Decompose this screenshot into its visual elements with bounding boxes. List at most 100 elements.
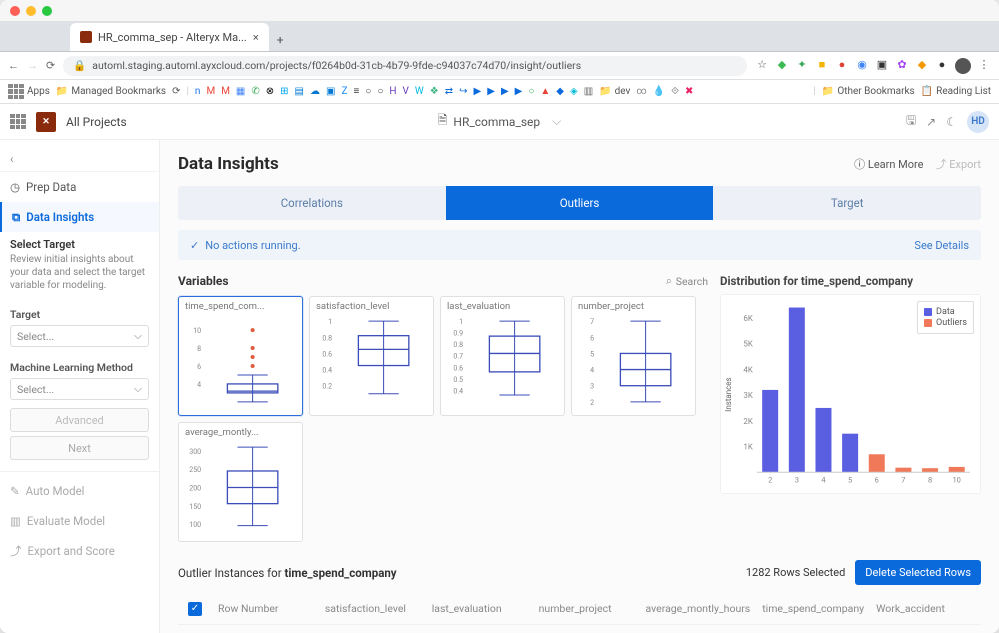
save-icon[interactable]: 🖫 (906, 111, 916, 132)
col-header[interactable]: time_spend_company (756, 602, 870, 615)
bm-icon[interactable]: ▶ (474, 86, 482, 97)
bm-icon[interactable]: ⊞ (280, 86, 288, 97)
nav-back-icon[interactable]: ← (8, 59, 19, 72)
bm-icon[interactable]: ▶ (487, 86, 495, 97)
bm-icon[interactable]: 💧 (653, 86, 665, 97)
next-button[interactable]: Next (10, 436, 149, 460)
theme-icon[interactable]: ☾ (946, 115, 957, 129)
bookmark-folder[interactable]: 📁 Managed Bookmarks (56, 86, 166, 97)
target-select[interactable]: Select... ⌵ (10, 325, 149, 347)
ext-icon[interactable]: ◆ (915, 58, 929, 72)
bookmark-icon[interactable]: ⟳ (172, 86, 180, 97)
apps-shortcut[interactable]: Apps (8, 84, 50, 100)
variable-card[interactable]: satisfaction_level 0.20.40.60.81 (309, 296, 434, 416)
learn-more-link[interactable]: ⓘ Learn More (854, 156, 923, 172)
bm-icon[interactable]: ◈ (570, 86, 578, 97)
col-header[interactable]: Work_accident (870, 602, 977, 615)
reading-list[interactable]: 📋 Reading List (921, 86, 991, 97)
tab-target[interactable]: Target (713, 186, 981, 220)
select-all-checkbox[interactable]: ✓ (188, 602, 202, 616)
ext-icon[interactable]: ● (835, 58, 849, 72)
sidebar-back[interactable]: ‹ (0, 146, 159, 172)
bm-icon[interactable]: ⟐ (671, 86, 679, 97)
ext-icon[interactable]: ◉ (855, 58, 869, 72)
new-tab-button[interactable]: + (269, 29, 292, 51)
bookmark-folder[interactable]: 📁 dev (599, 86, 630, 97)
close-dot[interactable] (10, 6, 20, 16)
bm-icon[interactable]: n (195, 86, 201, 97)
app-switcher-icon[interactable] (10, 114, 26, 130)
ext-icon[interactable]: ✦ (795, 58, 809, 72)
variable-card[interactable]: average_montly... 100150200250300 (178, 422, 303, 542)
bm-icon[interactable]: V (403, 86, 409, 97)
profile-icon[interactable] (955, 58, 971, 74)
tab-correlations[interactable]: Correlations (178, 186, 446, 220)
close-tab-icon[interactable]: × (253, 31, 259, 44)
bm-icon[interactable]: ⇄ (445, 86, 453, 97)
col-header[interactable]: Row Number (212, 602, 319, 615)
bm-icon[interactable]: Z (341, 86, 347, 97)
delete-rows-button[interactable]: Delete Selected Rows (855, 560, 981, 585)
bm-icon[interactable]: ▥ (584, 86, 593, 97)
variable-card[interactable]: last_evaluation 0.40.50.60.70.80.91 (440, 296, 565, 416)
ext-icon[interactable]: ▣ (875, 58, 889, 72)
zoom-dot[interactable] (42, 6, 52, 16)
table-row[interactable]: ✓ 2 0.8 0.86 5 262 6 false (178, 625, 981, 633)
sidebar-data-insights[interactable]: ⧉ Data Insights (0, 202, 159, 232)
all-projects-link[interactable]: All Projects (66, 115, 127, 129)
bm-icon[interactable]: ▲ (540, 86, 550, 97)
bm-icon[interactable]: ↪ (459, 86, 467, 97)
sidebar-evaluate[interactable]: ▥Evaluate Model (0, 506, 159, 536)
bm-icon[interactable]: ≡ (353, 86, 359, 97)
nav-fwd-icon[interactable]: → (27, 59, 38, 72)
bookmark-folder[interactable]: 📁 Other Bookmarks (822, 86, 915, 97)
variables-search[interactable]: ⌕Search (666, 274, 708, 288)
variable-card[interactable]: time_spend_com... 46810 (178, 296, 303, 416)
bm-icon[interactable]: M (221, 86, 230, 97)
ext-icon[interactable]: ✿ (895, 58, 909, 72)
ext-icon[interactable]: ● (935, 58, 949, 72)
bm-icon[interactable]: W (415, 86, 424, 97)
nav-reload-icon[interactable]: ⟳ (46, 59, 55, 72)
sidebar-export-score[interactable]: ⤴Export and Score (0, 536, 159, 566)
bm-icon[interactable]: ∞ (636, 86, 646, 97)
project-selector[interactable]: 🗎 HR_comma_sep ⌵ (438, 111, 562, 132)
advanced-button[interactable]: Advanced (10, 408, 149, 432)
url-field[interactable]: 🔒 automl.staging.automl.ayxcloud.com/pro… (63, 56, 747, 76)
ext-icon[interactable]: ◆ (775, 58, 789, 72)
col-header[interactable]: number_project (533, 602, 640, 615)
see-details-link[interactable]: See Details (914, 239, 969, 252)
browser-tab[interactable]: HR_comma_sep - Alteryx Ma... × (70, 23, 269, 51)
bm-icon[interactable]: ▦ (236, 86, 245, 97)
bm-icon[interactable]: ▶ (515, 86, 523, 97)
export-button[interactable]: ⤴ Export (936, 156, 982, 172)
bm-icon[interactable]: ○ (365, 86, 371, 97)
bm-icon[interactable]: ✆ (251, 86, 259, 97)
ml-method-select[interactable]: Select... ⌵ (10, 378, 149, 400)
col-header[interactable]: satisfaction_level (319, 602, 426, 615)
sidebar-auto-model[interactable]: ✎Auto Model (0, 476, 159, 506)
kebab-icon[interactable]: ⋮ (977, 58, 991, 72)
bm-icon[interactable]: ▣ (326, 86, 335, 97)
bm-icon[interactable]: ○ (377, 86, 383, 97)
bm-icon[interactable]: ○ (528, 86, 534, 97)
bm-icon[interactable]: ☁ (310, 86, 320, 97)
bm-icon[interactable]: ✖ (685, 86, 693, 97)
ext-icon[interactable]: ■ (815, 58, 829, 72)
col-header[interactable]: average_montly_hours (640, 602, 757, 615)
tab-outliers[interactable]: Outliers (446, 186, 714, 220)
bm-icon[interactable]: H (389, 86, 396, 97)
minimize-dot[interactable] (26, 6, 36, 16)
bm-icon[interactable]: ▤ (295, 86, 304, 97)
bm-icon[interactable]: ⊗ (266, 86, 274, 97)
alteryx-logo[interactable]: ✕ (36, 112, 56, 132)
bm-icon[interactable]: ▶ (501, 86, 509, 97)
share-icon[interactable]: ↗ (926, 115, 936, 129)
bm-icon[interactable]: ❖ (430, 86, 439, 97)
user-avatar[interactable]: HD (967, 111, 989, 133)
sidebar-prep-data[interactable]: ◷ Prep Data (0, 172, 159, 202)
bm-icon[interactable]: ◆ (556, 86, 564, 97)
col-header[interactable]: last_evaluation (426, 602, 533, 615)
variable-card[interactable]: number_project 234567 (571, 296, 696, 416)
star-icon[interactable]: ☆ (755, 58, 769, 72)
